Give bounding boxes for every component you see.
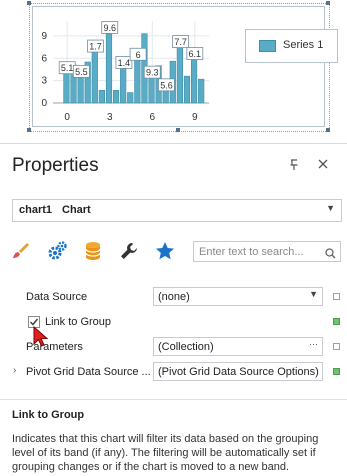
- property-row-link-to-group[interactable]: Link to Group: [0, 310, 347, 335]
- mouse-cursor-icon: [33, 326, 49, 347]
- favorites-star-icon[interactable]: [154, 240, 176, 262]
- legend-series-label: Series 1: [283, 39, 324, 51]
- chart-bar: [127, 92, 134, 104]
- y-tick-label: 9: [41, 31, 47, 42]
- chart-control[interactable]: 0 3 6 9 0 3 6 9 5.1 5.5 1.7 9.6 1.4 6 9.3 5.6 7.7 6.1 Ser…: [32, 6, 338, 127]
- data-label-text: 5.6: [160, 80, 173, 90]
- search-icon[interactable]: [325, 246, 336, 264]
- data-label: 1.4: [115, 56, 133, 69]
- property-label: Link to Group: [45, 316, 112, 328]
- chart-bar: [183, 75, 191, 104]
- object-selector-dropdown[interactable]: chart1 Chart ▼: [12, 199, 342, 222]
- resize-handle-top-right[interactable]: [326, 1, 330, 5]
- chart-legend: Series 1: [245, 29, 338, 63]
- pivot-grid-options-field[interactable]: (Pivot Grid Data Source Options): [153, 362, 323, 381]
- chart-bar: [105, 31, 113, 104]
- property-marker-modified[interactable]: [333, 318, 340, 325]
- resize-handle-bottom-left[interactable]: [27, 128, 31, 132]
- data-label: 9.3: [143, 65, 161, 79]
- chart-bar: [148, 75, 155, 104]
- data-label: 6.1: [186, 47, 204, 60]
- x-tick-label: 9: [192, 112, 198, 123]
- resize-handle-bottom-center[interactable]: [176, 128, 180, 132]
- property-label: Data Source: [26, 291, 88, 303]
- data-label: 7.7: [172, 35, 190, 49]
- property-label: Pivot Grid Data Source ...: [26, 366, 151, 378]
- pin-icon[interactable]: [289, 159, 299, 174]
- data-label-text: 7.7: [174, 37, 187, 47]
- property-value: (Collection): [158, 341, 214, 353]
- data-database-icon[interactable]: [82, 240, 104, 262]
- properties-panel: Properties chart1 Chart ▼ Enter text to …: [0, 143, 347, 476]
- x-tick-label: 0: [64, 112, 70, 123]
- chart-bar: [98, 90, 105, 104]
- y-tick-label: 0: [41, 98, 47, 109]
- chevron-down-icon: ▼: [326, 203, 335, 213]
- chart-plot: 0 3 6 9 0 3 6 9 5.1 5.5 1.79.6 1.4 6 9.35.6 7.76.1: [41, 21, 209, 123]
- description-text: Indicates that this chart will filter it…: [12, 433, 319, 473]
- property-search-input[interactable]: Enter text to search...: [193, 241, 341, 262]
- property-row-parameters[interactable]: Parameters (Collection) ···: [0, 335, 347, 360]
- behavior-gears-icon[interactable]: [46, 240, 68, 262]
- actions-wrench-icon[interactable]: [118, 240, 140, 262]
- data-label-text: 1.4: [118, 58, 131, 68]
- property-value: (none): [158, 291, 190, 303]
- chart-bar: [190, 57, 198, 104]
- data-label: 9.6: [101, 21, 119, 34]
- data-label-text: 5.1: [61, 63, 74, 73]
- y-tick-label: 3: [41, 76, 47, 87]
- resize-handle-top-left[interactable]: [27, 1, 31, 5]
- ellipsis-button[interactable]: ···: [309, 339, 318, 349]
- property-marker-modified[interactable]: [333, 368, 340, 375]
- data-label-text: 9.3: [146, 68, 159, 78]
- property-row-pivot-grid[interactable]: › Pivot Grid Data Source ... (Pivot Grid…: [0, 360, 347, 385]
- data-label: 5.6: [158, 78, 175, 92]
- chart-bar: [112, 90, 120, 104]
- x-tick-label: 6: [149, 112, 155, 123]
- chart-bar: [77, 75, 84, 104]
- property-marker[interactable]: [333, 343, 340, 350]
- panel-title: Properties: [12, 155, 99, 176]
- chart-bar: [120, 66, 127, 104]
- data-label-text: 9.6: [103, 23, 116, 33]
- close-icon[interactable]: [318, 156, 328, 172]
- resize-handle-bottom-right[interactable]: [326, 128, 330, 132]
- data-label: 1.7: [87, 39, 104, 53]
- appearance-brush-icon[interactable]: [10, 240, 32, 262]
- x-tick-label: 3: [107, 112, 113, 123]
- data-label-text: 6: [136, 50, 141, 60]
- data-label-text: 6.1: [189, 49, 202, 59]
- object-name: chart1: [19, 204, 53, 216]
- data-label: 6: [129, 47, 147, 61]
- expand-chevron-icon[interactable]: ›: [13, 365, 16, 376]
- property-value: (Pivot Grid Data Source Options): [158, 366, 319, 378]
- legend-series-swatch: [259, 40, 276, 52]
- data-label: 5.5: [72, 65, 90, 78]
- chart-bar: [176, 45, 183, 104]
- y-tick-label: 6: [41, 53, 47, 64]
- chart-bar: [91, 49, 98, 104]
- object-type: Chart: [62, 204, 91, 216]
- parameters-collection-field[interactable]: (Collection) ···: [153, 337, 323, 356]
- data-label-text: 1.7: [89, 42, 102, 52]
- chevron-down-icon: ▼: [309, 289, 318, 299]
- data-label-text: 5.5: [75, 67, 88, 77]
- report-designer-surface[interactable]: 0 3 6 9 0 3 6 9 5.1 5.5 1.7 9.6 1.4 6 9.3 5.6 7.7 6.1 Ser…: [0, 0, 347, 143]
- data-label: 5.1: [58, 61, 76, 75]
- property-row-data-source[interactable]: Data Source (none) ▼: [0, 285, 347, 310]
- description-divider: [0, 399, 347, 400]
- chart-bar: [198, 78, 205, 104]
- data-source-dropdown[interactable]: (none) ▼: [153, 287, 323, 306]
- chart-bar: [63, 71, 70, 104]
- description-title: Link to Group: [12, 409, 85, 421]
- search-placeholder: Enter text to search...: [199, 246, 304, 258]
- property-marker[interactable]: [333, 293, 340, 300]
- chart-bar: [134, 57, 141, 104]
